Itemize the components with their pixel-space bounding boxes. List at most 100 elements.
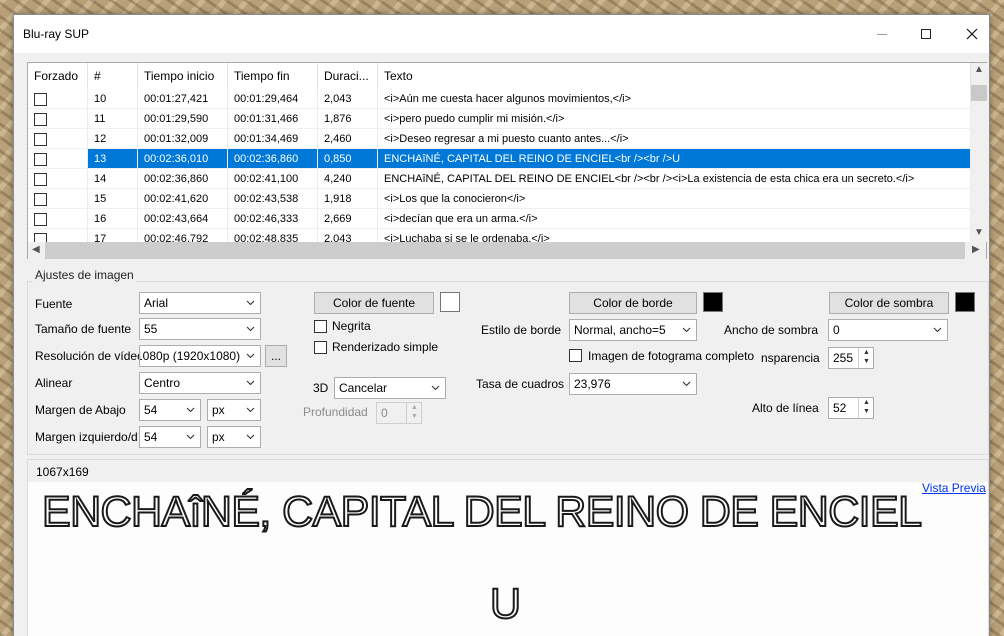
preview-link[interactable]: Vista Previa (922, 481, 986, 495)
border-color-button[interactable]: Color de borde (569, 292, 697, 314)
bottom-margin-value: 54 (144, 403, 158, 417)
table-row[interactable]: 16 00:02:43,664 00:02:46,333 2,669 <i>de… (28, 209, 971, 229)
chevron-down-icon (682, 381, 691, 387)
left-margin-select[interactable]: 54 (139, 426, 201, 448)
font-color-button[interactable]: Color de fuente (314, 292, 434, 314)
table-row[interactable]: 14 00:02:36,860 00:02:41,100 4,240 ENCHA… (28, 169, 971, 189)
depth-spin-buttons: ▲ ▼ (406, 403, 421, 423)
font-size-select[interactable]: 55 (139, 318, 261, 340)
row-text: <i>Luchaba si se le ordenaba.</i> (378, 229, 971, 242)
full-frame-checkbox[interactable] (569, 349, 582, 362)
scroll-left-icon[interactable]: ◀ (32, 244, 40, 255)
transparency-spin-buttons[interactable]: ▲ ▼ (858, 348, 873, 368)
row-start: 00:02:36,860 (138, 169, 228, 188)
table-row[interactable]: 15 00:02:41,620 00:02:43,538 1,918 <i>Lo… (28, 189, 971, 209)
font-color-swatch[interactable] (440, 292, 460, 312)
row-end: 00:02:41,100 (228, 169, 318, 188)
bottom-margin-unit: px (212, 403, 225, 417)
minimize-button[interactable] (859, 15, 905, 53)
row-text: <i>decían que era un arma.</i> (378, 209, 971, 228)
border-style-label: Estilo de borde (481, 323, 562, 337)
forced-checkbox[interactable] (34, 153, 47, 166)
bottom-margin-unit-select[interactable]: px (207, 399, 261, 421)
resolution-select[interactable]: 1080p (1920x1080) (139, 345, 261, 367)
border-style-select[interactable]: Normal, ancho=5 (569, 319, 697, 341)
row-end: 00:01:29,464 (228, 89, 318, 108)
forced-checkbox[interactable] (34, 113, 47, 126)
vertical-scroll-thumb[interactable] (971, 85, 987, 101)
row-start: 00:02:36,010 (138, 149, 228, 168)
close-button[interactable] (949, 15, 995, 53)
table-row[interactable]: 12 00:01:32,009 00:01:34,469 2,460 <i>De… (28, 129, 971, 149)
scroll-up-icon[interactable]: ▲ (974, 64, 984, 75)
left-margin-unit-select[interactable]: px (207, 426, 261, 448)
row-start: 00:01:32,009 (138, 129, 228, 148)
forced-checkbox[interactable] (34, 93, 47, 106)
table-row[interactable]: 17 00:02:46,792 00:02:48,835 2,043 <i>Lu… (28, 229, 971, 243)
shadow-color-swatch[interactable] (955, 292, 975, 312)
frame-rate-select[interactable]: 23,976 (569, 373, 697, 395)
row-number: 17 (88, 229, 138, 242)
transparency-value: 255 (833, 351, 854, 365)
header-end-time[interactable]: Tiempo fin (228, 63, 318, 89)
preview-subtitle-line-1: ENCHAîNÉ, CAPITAL DEL REINO DE ENCIEL (41, 487, 923, 537)
row-start: 00:02:41,620 (138, 189, 228, 208)
chevron-down-icon (246, 380, 255, 386)
chevron-down-icon (246, 407, 255, 413)
frame-rate-value: 23,976 (574, 377, 611, 391)
horizontal-scroll-thumb[interactable] (45, 242, 965, 259)
line-height-spinner[interactable]: 52 ▲ ▼ (828, 397, 874, 419)
scroll-down-icon[interactable]: ▼ (974, 227, 984, 238)
chevron-down-icon (682, 327, 691, 333)
scroll-right-icon[interactable]: ▶ (972, 244, 980, 255)
row-number: 11 (88, 109, 138, 128)
forced-checkbox[interactable] (34, 173, 47, 186)
transparency-spinner[interactable]: 255 ▲ ▼ (828, 347, 874, 369)
align-value: Centro (144, 376, 181, 390)
depth-label: Profundidad (303, 405, 368, 419)
font-select[interactable]: Arial (139, 292, 261, 314)
forced-checkbox[interactable] (34, 193, 47, 206)
row-number: 12 (88, 129, 138, 148)
chevron-down-icon (246, 326, 255, 332)
row-end: 00:02:36,860 (228, 149, 318, 168)
border-color-swatch[interactable] (703, 292, 723, 312)
bottom-margin-label: Margen de Abajo (35, 403, 126, 417)
vertical-scrollbar[interactable]: ▲ ▼ (971, 63, 987, 242)
row-text: ENCHAîNÉ, CAPITAL DEL REINO DE ENCIEL<br… (378, 169, 971, 188)
title-bar: Blu-ray SUP (14, 15, 989, 53)
forced-checkbox[interactable] (34, 133, 47, 146)
3d-select[interactable]: Cancelar (334, 377, 446, 399)
table-row[interactable]: 11 00:01:29,590 00:01:31,466 1,876 <i>pe… (28, 109, 971, 129)
horizontal-scrollbar[interactable]: ◀ ▶ (28, 242, 986, 259)
chevron-down-icon (186, 434, 195, 440)
row-end: 00:02:46,333 (228, 209, 318, 228)
bottom-margin-select[interactable]: 54 (139, 399, 201, 421)
shadow-color-button[interactable]: Color de sombra (829, 292, 949, 314)
maximize-button[interactable] (903, 15, 949, 53)
line-height-value: 52 (833, 401, 847, 415)
simple-render-checkbox[interactable] (314, 341, 327, 354)
chevron-down-icon (246, 434, 255, 440)
full-frame-label: Imagen de fotograma completo (588, 349, 755, 363)
table-row-selected[interactable]: 13 00:02:36,010 00:02:36,860 0,850 ENCHA… (28, 149, 971, 169)
chevron-down-icon (431, 385, 440, 391)
align-select[interactable]: Centro (139, 372, 261, 394)
header-number[interactable]: # (88, 63, 138, 89)
resolution-value: 1080p (1920x1080) (139, 349, 241, 363)
table-row[interactable]: 10 00:01:27,421 00:01:29,464 2,043 <i>Aú… (28, 89, 971, 109)
header-text[interactable]: Texto (378, 63, 971, 89)
header-forced[interactable]: Forzado (28, 63, 88, 89)
header-duration[interactable]: Duraci... (318, 63, 378, 89)
line-height-spin-buttons[interactable]: ▲ ▼ (858, 398, 873, 418)
depth-value: 0 (381, 406, 388, 420)
simple-render-label: Renderizado simple (332, 340, 439, 354)
bold-checkbox[interactable] (314, 320, 327, 333)
shadow-width-select[interactable]: 0 (828, 319, 948, 341)
font-size-label: Tamaño de fuente (35, 322, 132, 336)
forced-checkbox[interactable] (34, 213, 47, 226)
align-label: Alinear (35, 376, 73, 390)
header-start-time[interactable]: Tiempo inicio (138, 63, 228, 89)
forced-checkbox[interactable] (34, 233, 47, 242)
resolution-more-button[interactable]: ... (265, 345, 287, 367)
